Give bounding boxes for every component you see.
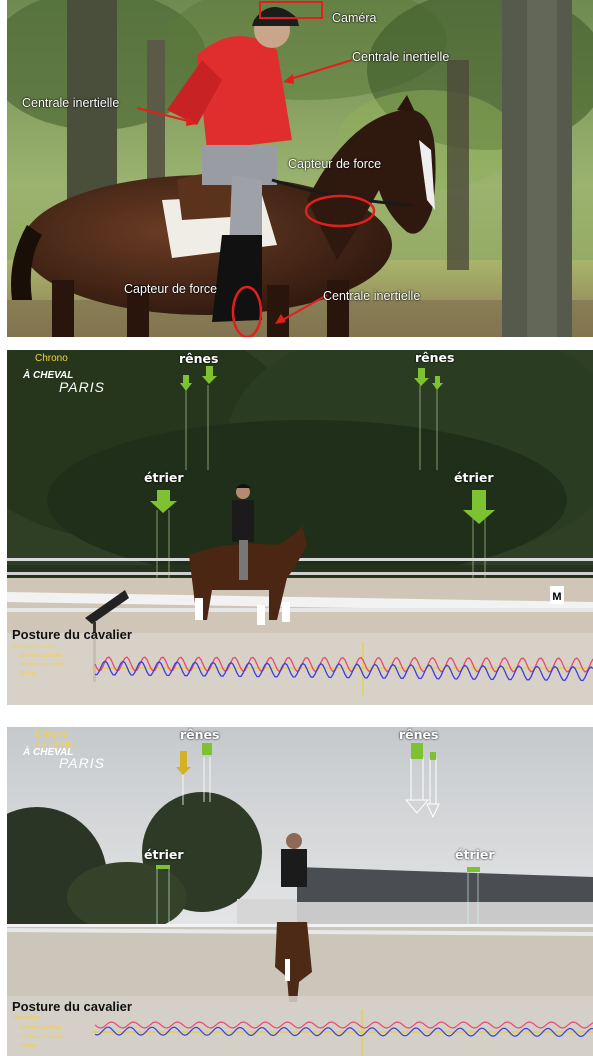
- stirrup-sensor-circle: [231, 285, 263, 337]
- chrono-label: Chrono: [35, 729, 68, 740]
- label-inertial-left: Centrale inertielle: [22, 96, 120, 110]
- camera-marker-box: [259, 1, 323, 19]
- label-camera: Caméra: [332, 11, 377, 25]
- chrono-label: Chrono: [35, 353, 68, 364]
- legend-item-4: Cheval: [19, 671, 37, 677]
- video1-scene: M: [7, 350, 593, 705]
- arrow-inertial-bottom: [278, 294, 328, 323]
- label-reins-left: rênes: [179, 351, 219, 366]
- label-stirrup-right: étrier: [454, 470, 494, 485]
- label-stirrup-left: étrier: [144, 470, 184, 485]
- legend-item-1: Sternum Cavalier: [19, 1025, 62, 1031]
- legend-item-1: Flexion-Extension: [13, 644, 57, 650]
- label-force-bridle: Capteur de force: [288, 157, 382, 171]
- legend-item-2: Sternum Cavalier: [19, 653, 62, 659]
- legend-item-3: Cheval: [19, 1043, 37, 1049]
- arrow-inertial-right: [286, 59, 353, 81]
- rider-sensor-photo: Caméra Centrale inertielle Centrale iner…: [7, 0, 593, 337]
- video-frame-2: Chrono 00:11:06 À CHEVAL PARIS rênes rên…: [7, 727, 593, 1056]
- rein-arrow-left-green: [202, 743, 212, 755]
- label-reins-right: rênes: [415, 350, 455, 365]
- legend-title: Inclinaison: [13, 1015, 39, 1021]
- label-reins-right: rênes: [399, 727, 439, 742]
- label-force-stirrup: Capteur de force: [124, 282, 218, 296]
- label-reins-left: rênes: [180, 727, 220, 742]
- posture-title: Posture du cavalier: [12, 627, 132, 642]
- arrow-inertial-left: [136, 107, 193, 123]
- brand-logo-line2: PARIS: [59, 379, 105, 395]
- bridle-sensor-circle: [304, 194, 376, 228]
- label-stirrup-left: étrier: [144, 847, 184, 862]
- posture-title: Posture du cavalier: [12, 999, 132, 1014]
- legend-item-3: Lombaires cavalier: [19, 662, 66, 668]
- svg-text:M: M: [552, 591, 561, 603]
- label-inertial-bottom: Centrale inertielle: [323, 289, 421, 303]
- legend-item-2: Lombaires cavalier: [19, 1034, 66, 1040]
- video-frame-1: M Chrono À CHEVAL PARIS rênes rênes étri…: [7, 350, 593, 705]
- label-inertial-top-right: Centrale inertielle: [352, 50, 450, 64]
- brand-logo-line2: PARIS: [59, 755, 105, 771]
- label-stirrup-right: étrier: [455, 847, 495, 862]
